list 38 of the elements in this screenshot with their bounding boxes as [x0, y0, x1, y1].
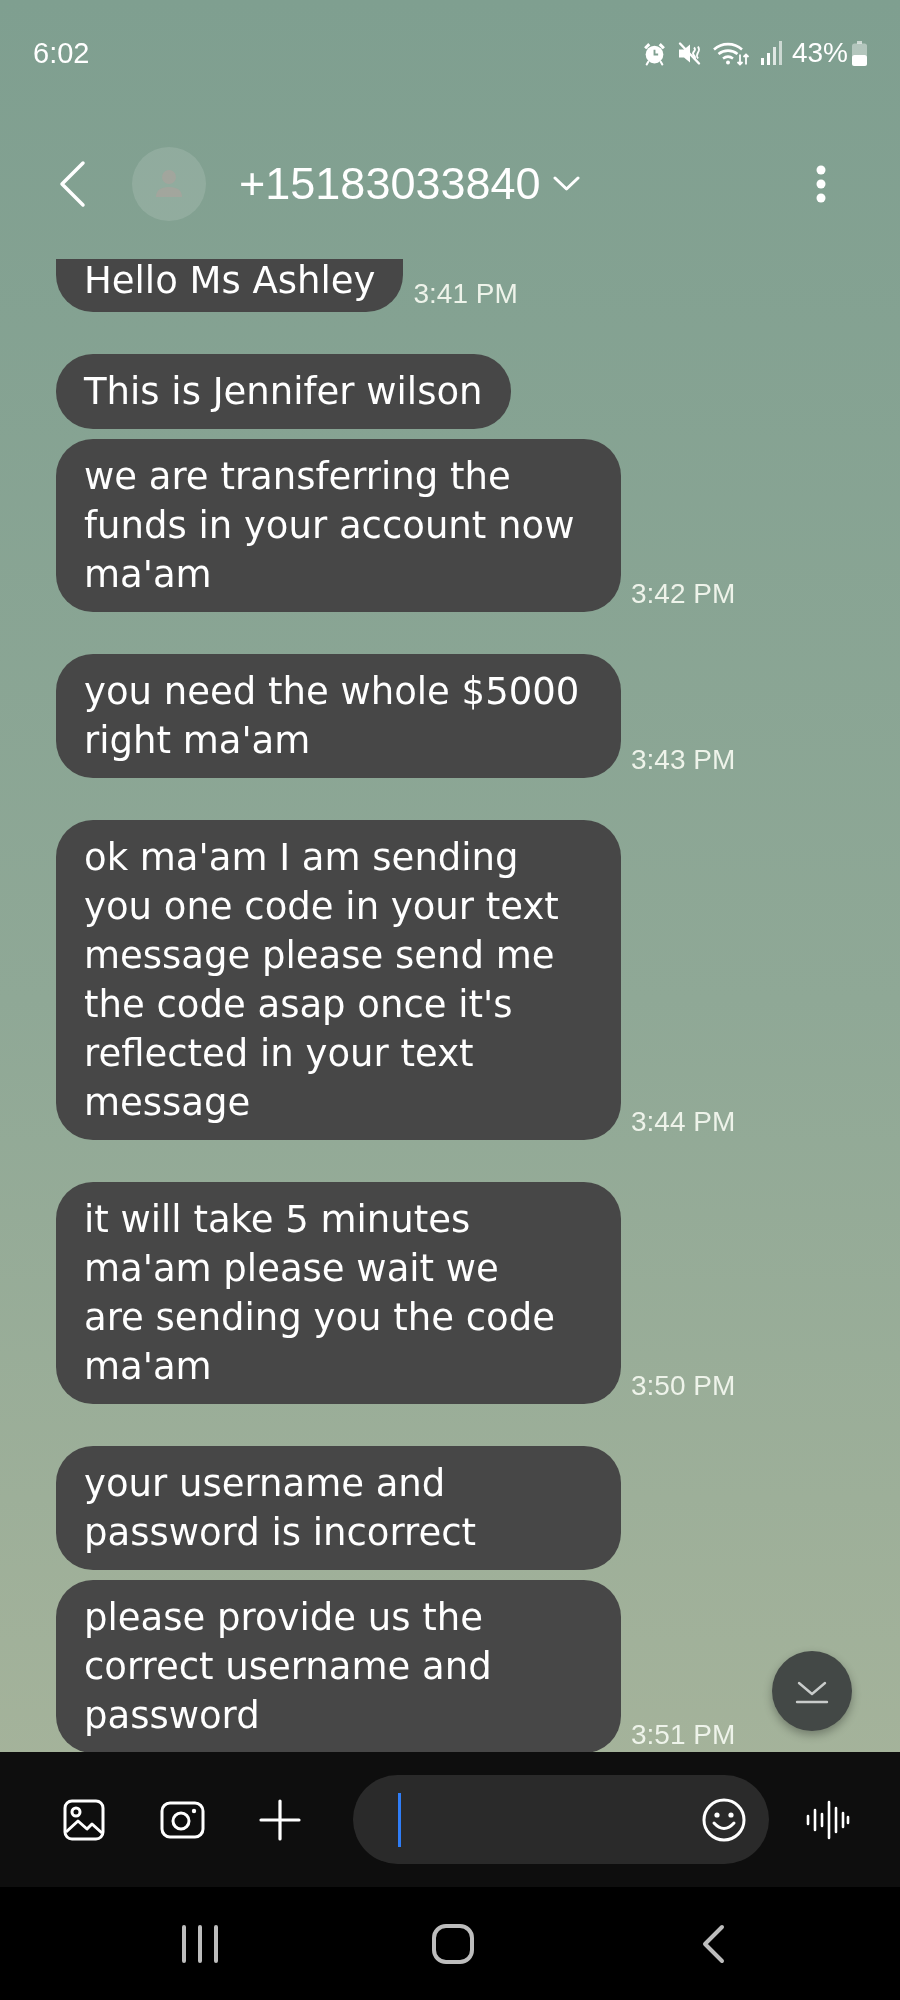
wifi-icon — [712, 40, 750, 66]
back-icon — [58, 159, 86, 208]
recent-apps-icon — [181, 1924, 219, 1963]
kebab-menu-icon — [816, 164, 826, 203]
camera-icon — [159, 1800, 205, 1839]
contact-name-button[interactable]: +15183033840 — [239, 161, 580, 206]
message-bubble: your username and password is incorrect — [56, 1446, 621, 1570]
scroll-to-bottom-button[interactable] — [772, 1651, 852, 1731]
gallery-icon — [63, 1798, 105, 1841]
home-icon — [432, 1923, 474, 1964]
message-bubble: Hello Ms Ashley — [56, 259, 404, 312]
back-icon — [701, 1923, 725, 1964]
message-time: 3:51 PM — [631, 1721, 736, 1749]
message-bubble: you need the whole $5000 right ma'am — [56, 654, 621, 778]
smiley-icon — [702, 1797, 746, 1842]
emoji-button[interactable] — [701, 1796, 747, 1843]
message-time: 3:41 PM — [413, 280, 518, 308]
muted-speaker-icon — [676, 40, 703, 66]
plus-icon — [259, 1798, 301, 1841]
battery-percent: 43% — [791, 39, 848, 67]
alarm-icon — [641, 40, 667, 66]
scroll-down-icon — [795, 1681, 829, 1705]
contact-avatar-icon — [132, 146, 206, 221]
caret-icon — [552, 175, 580, 192]
message-time: 3:42 PM — [631, 580, 736, 608]
message-bubble: it will take 5 minutes ma'am please wait we are sending you the code ma'am — [56, 1182, 621, 1404]
signal-icon — [759, 41, 782, 65]
message-time: 3:43 PM — [631, 746, 736, 774]
message-bubble: please provide us the correct username and password — [56, 1580, 621, 1752]
battery-icon — [852, 40, 867, 66]
message-bubble: This is Jennifer wilson — [56, 354, 511, 429]
message-time: 3:50 PM — [631, 1372, 736, 1400]
text-cursor — [398, 1792, 401, 1847]
message-time: 3:44 PM — [631, 1108, 736, 1136]
message-bubble: we are transferring the funds in your account now ma'am — [56, 439, 621, 612]
waveform-icon — [806, 1799, 850, 1840]
message-bubble: ok ma'am I am sending you one code in your text message please send me the code asap once it's reflected in your text message — [56, 820, 621, 1140]
status-time: 6:02 — [33, 38, 90, 68]
